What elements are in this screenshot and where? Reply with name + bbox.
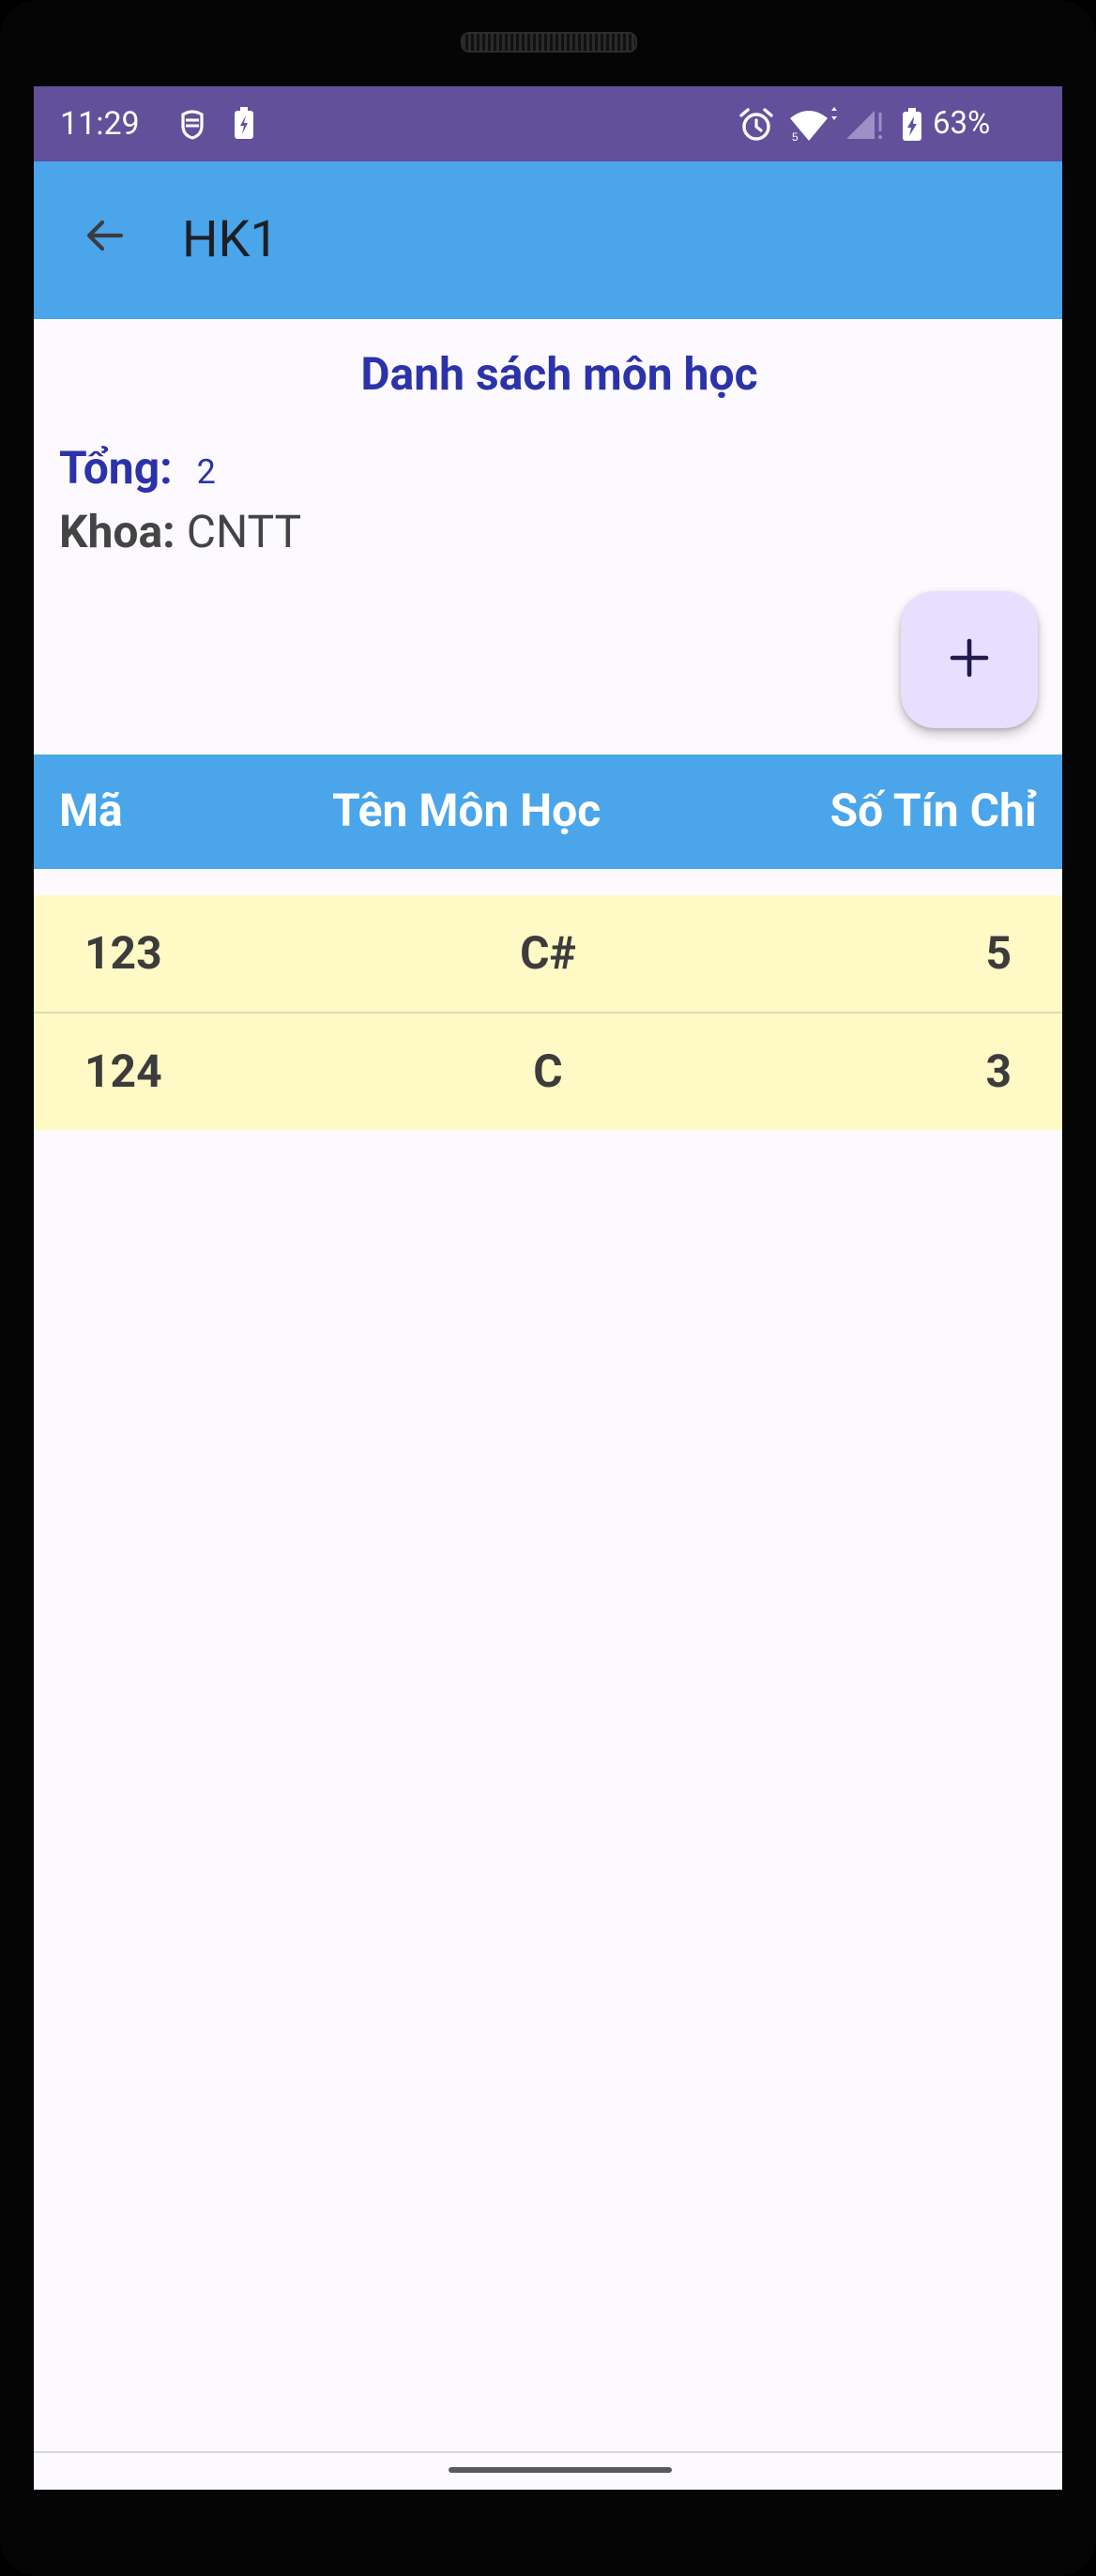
battery-saver-icon <box>233 107 255 145</box>
subject-list: 123 C# 5 124 C 3 <box>34 895 1062 1130</box>
subject-credits: 3 <box>985 1044 1012 1098</box>
total-label: Tổng: <box>59 441 173 495</box>
battery-charging-icon <box>901 107 923 146</box>
subject-credits: 5 <box>985 926 1012 980</box>
subject-name: C# <box>520 926 576 980</box>
cell-signal-icon <box>843 107 888 146</box>
wifi-icon: 5 <box>788 107 839 146</box>
alarm-icon <box>738 107 775 146</box>
arrow-back-icon <box>82 213 127 262</box>
status-time: 11:29 <box>60 105 140 143</box>
svg-text:5: 5 <box>792 130 799 143</box>
status-bar: 11:29 5 63% <box>34 86 1062 161</box>
column-header-credits: Số Tín Chỉ <box>830 784 1037 837</box>
nav-divider <box>34 2451 1062 2453</box>
department-label: Khoa: <box>59 505 175 558</box>
speaker-grille <box>461 32 637 53</box>
list-title: Danh sách môn học <box>360 347 758 401</box>
home-indicator[interactable] <box>449 2467 672 2473</box>
total-value: 2 <box>196 452 216 492</box>
total-row: Tổng: 2 <box>59 441 216 497</box>
app-bar: HK1 <box>34 161 1062 319</box>
column-header-code: Mã <box>59 784 123 837</box>
table-row[interactable]: 124 C 3 <box>34 1014 1062 1130</box>
department-value: CNTT <box>186 505 302 558</box>
column-header-name: Tên Môn Học <box>332 784 601 837</box>
department-row: Khoa: CNTT <box>59 505 301 561</box>
phone-frame: 11:29 5 63% HK1 Danh sách môn học Tổng: … <box>0 0 1096 2576</box>
back-button[interactable] <box>71 205 137 270</box>
privacy-icon <box>178 107 206 145</box>
table-row[interactable]: 123 C# 5 <box>34 895 1062 1014</box>
app-title: HK1 <box>182 210 279 269</box>
subject-name: C <box>533 1044 563 1098</box>
plus-icon <box>949 637 990 682</box>
screen: 11:29 5 63% HK1 Danh sách môn học Tổng: … <box>34 86 1062 2490</box>
battery-percent: 63% <box>933 105 991 142</box>
table-header: Mã Tên Môn Học Số Tín Chỉ <box>34 755 1062 869</box>
add-subject-button[interactable] <box>901 591 1038 728</box>
